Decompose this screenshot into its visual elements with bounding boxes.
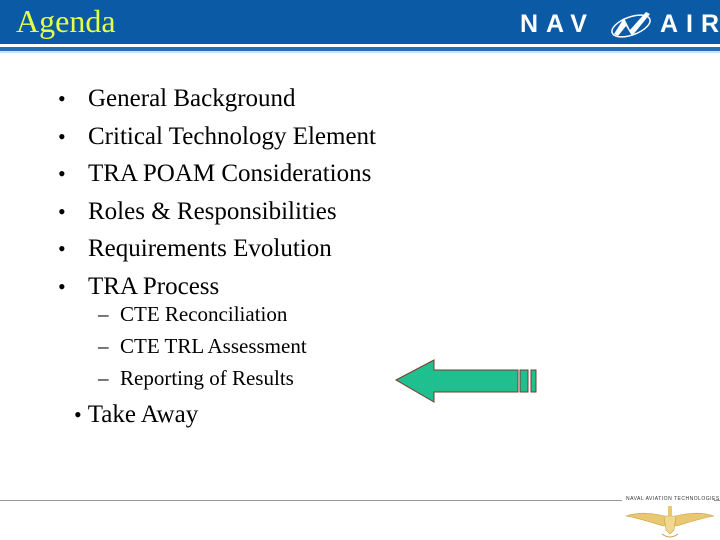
agenda-item-label: Requirements Evolution bbox=[88, 235, 332, 262]
agenda-item: • Requirements Evolution bbox=[58, 230, 376, 268]
agenda-item-label: TRA POAM Considerations bbox=[88, 160, 372, 187]
sub-item-label: CTE TRL Assessment bbox=[120, 334, 307, 358]
dash-icon: – bbox=[98, 302, 109, 326]
bullet-icon: • bbox=[58, 161, 66, 186]
sub-item-label: Reporting of Results bbox=[120, 366, 294, 390]
logo-text-right: AIR bbox=[660, 10, 720, 38]
bullet-icon: • bbox=[58, 236, 66, 261]
agenda-item: • Critical Technology Element bbox=[58, 118, 376, 156]
agenda-item-label: Roles & Responsibilities bbox=[88, 197, 337, 225]
agenda-item-label: Critical Technology Element bbox=[88, 122, 376, 150]
left-arrow-icon bbox=[394, 359, 537, 403]
sub-item: – CTE Reconciliation bbox=[98, 298, 307, 330]
bullet-icon: • bbox=[74, 402, 82, 427]
page-title: Agenda bbox=[16, 3, 116, 39]
sub-item-label: CTE Reconciliation bbox=[120, 302, 288, 326]
sub-item: – Reporting of Results bbox=[98, 362, 307, 394]
footer-label: NAVAL AVIATION TECHNOLOGIES bbox=[626, 496, 720, 502]
navair-logo: NAV AIR bbox=[520, 8, 719, 42]
dash-icon: – bbox=[98, 366, 109, 390]
agenda-item-label: General Background bbox=[88, 85, 296, 112]
navair-swoosh-icon bbox=[611, 12, 651, 38]
agenda-item-label: TRA Process bbox=[88, 272, 220, 300]
agenda-item: • General Background bbox=[58, 80, 376, 118]
footer-divider bbox=[0, 500, 622, 501]
agenda-item: • TRA POAM Considerations bbox=[58, 155, 376, 193]
agenda-item-label: Take Away bbox=[87, 401, 199, 428]
header-divider bbox=[0, 51, 720, 53]
bullet-icon: • bbox=[58, 273, 66, 299]
agenda-item-takeaway: • Take Away bbox=[74, 396, 198, 433]
sub-item: – CTE TRL Assessment bbox=[98, 330, 307, 362]
naval-aviator-wings-icon bbox=[625, 506, 715, 538]
bullet-icon: • bbox=[58, 123, 66, 149]
bullet-icon: • bbox=[58, 198, 66, 224]
tra-process-sublist: – CTE Reconciliation – CTE TRL Assessment … bbox=[98, 298, 307, 394]
bullet-icon: • bbox=[58, 86, 66, 111]
logo-text-left: NAV bbox=[520, 10, 595, 38]
agenda-list: • General Background • Critical Technology… bbox=[58, 80, 376, 305]
dash-icon: – bbox=[98, 334, 109, 358]
agenda-item: • Roles & Responsibilities bbox=[58, 193, 376, 231]
